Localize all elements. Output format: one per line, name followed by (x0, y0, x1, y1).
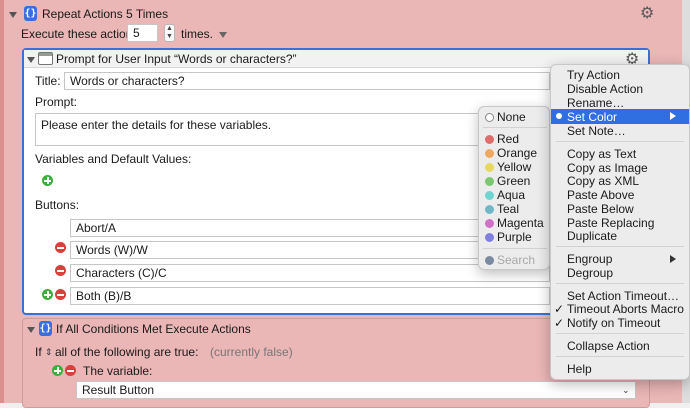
remove-button-icon[interactable] (55, 242, 66, 253)
menu-separator (483, 248, 547, 249)
condition-status: (currently false) (210, 345, 293, 359)
menu-item-engroup[interactable]: Engroup (567, 252, 612, 266)
submenu-arrow-icon (670, 112, 676, 120)
menu-item-timeout-aborts-macro[interactable]: Timeout Aborts Macro (567, 302, 684, 316)
menu-separator (483, 127, 547, 128)
menu-separator (556, 141, 684, 142)
variable-label: The variable: (83, 364, 153, 378)
if-disclosure-icon[interactable] (27, 327, 35, 333)
color-swatch-yellow (485, 163, 494, 172)
repeat-action-icon: {} (24, 6, 37, 21)
color-swatch-red (485, 135, 494, 144)
variables-label: Variables and Default Values: (35, 152, 192, 166)
prompt-disclosure-icon[interactable] (27, 57, 35, 63)
menu-item-copy-as-xml[interactable]: Copy as XML (567, 174, 639, 188)
color-item-magenta[interactable]: Magenta (497, 216, 544, 230)
disclosure-triangle-icon[interactable] (9, 12, 17, 18)
all-any-stepper-icon[interactable]: ⇕ (45, 345, 53, 359)
color-item-red[interactable]: Red (497, 132, 519, 146)
color-item-yellow[interactable]: Yellow (497, 160, 531, 174)
menu-item-disable-action[interactable]: Disable Action (567, 82, 643, 96)
color-item-aqua[interactable]: Aqua (497, 188, 525, 202)
title-field[interactable]: Words or characters? (64, 72, 550, 90)
variable-field[interactable]: Result Button (76, 381, 636, 399)
variable-dropdown-icon[interactable]: ⌄ (622, 383, 630, 397)
color-submenu: None Red Orange Yellow Green Aqua Teal M… (478, 106, 550, 270)
add-variable-icon[interactable] (42, 175, 53, 186)
color-swatch-purple (485, 233, 494, 242)
menu-item-set-note[interactable]: Set Note… (567, 124, 626, 138)
menu-item-duplicate[interactable]: Duplicate (567, 229, 617, 243)
color-item-orange[interactable]: Orange (497, 146, 537, 160)
color-item-none[interactable]: None (497, 110, 526, 124)
color-swatch-green (485, 177, 494, 186)
menu-item-set-color[interactable]: Set Color (567, 110, 617, 124)
count-stepper[interactable]: ▲ ▼ (164, 24, 175, 42)
color-item-purple[interactable]: Purple (497, 230, 532, 244)
prompt-action-title: Prompt for User Input “Words or characte… (56, 52, 297, 66)
bullet-icon (556, 113, 562, 119)
macro-edge-strip (0, 0, 4, 403)
prompt-label: Prompt: (35, 95, 78, 109)
repeat-action-title: Repeat Actions 5 Times (42, 7, 169, 21)
repeat-action-gear-icon[interactable]: ⚙ (640, 5, 654, 21)
repeat-count-field[interactable]: 5 (127, 24, 158, 42)
add-button-icon[interactable] (42, 289, 53, 300)
if-action-title: If All Conditions Met Execute Actions (56, 322, 251, 336)
color-swatch-none (485, 113, 494, 122)
search-icon (485, 256, 494, 265)
remove-condition-icon[interactable] (65, 365, 76, 376)
menu-item-set-action-timeout[interactable]: Set Action Timeout… (567, 289, 679, 303)
prompt-field[interactable]: Please enter the details for these varia… (35, 113, 550, 146)
menu-separator (556, 356, 684, 357)
menu-separator (556, 283, 684, 284)
color-swatch-magenta (485, 219, 494, 228)
menu-item-degroup[interactable]: Degroup (567, 266, 613, 280)
checkmark-icon: ✓ (554, 302, 565, 316)
button-field-both[interactable]: Both (B)/B (70, 287, 550, 305)
if-action-icon: {} (39, 321, 52, 336)
title-label: Title: (35, 74, 61, 88)
window-icon (38, 52, 53, 65)
color-swatch-teal (485, 205, 494, 214)
menu-item-paste-above[interactable]: Paste Above (567, 188, 634, 202)
menu-separator (556, 246, 684, 247)
execute-label: Execute these actions (21, 27, 139, 41)
color-item-green[interactable]: Green (497, 174, 530, 188)
menu-item-copy-as-text[interactable]: Copy as Text (567, 147, 636, 161)
menu-item-paste-replacing[interactable]: Paste Replacing (567, 216, 654, 230)
menu-item-help[interactable]: Help (567, 362, 592, 376)
buttons-label: Buttons: (35, 198, 80, 212)
color-swatch-aqua (485, 191, 494, 200)
remove-button-icon[interactable] (55, 289, 66, 300)
menu-item-notify-on-timeout[interactable]: Notify on Timeout (567, 316, 660, 330)
menu-item-copy-as-image[interactable]: Copy as Image (567, 161, 648, 175)
all-conditions-label: all of the following are true: (55, 345, 199, 359)
menu-item-try-action[interactable]: Try Action (567, 68, 620, 82)
menu-item-rename[interactable]: Rename… (567, 96, 624, 110)
times-dropdown-icon[interactable] (219, 32, 227, 38)
if-label: If (35, 345, 42, 359)
menu-item-collapse-action[interactable]: Collapse Action (567, 339, 650, 353)
times-label: times. (181, 27, 214, 41)
add-condition-icon[interactable] (52, 365, 63, 376)
remove-button-icon[interactable] (55, 265, 66, 276)
menu-item-paste-below[interactable]: Paste Below (567, 202, 634, 216)
color-swatch-orange (485, 149, 494, 158)
menu-separator (556, 333, 684, 334)
submenu-arrow-icon (670, 255, 676, 263)
color-search[interactable]: Search (497, 253, 535, 267)
checkmark-icon: ✓ (554, 316, 565, 330)
color-item-teal[interactable]: Teal (497, 202, 519, 216)
